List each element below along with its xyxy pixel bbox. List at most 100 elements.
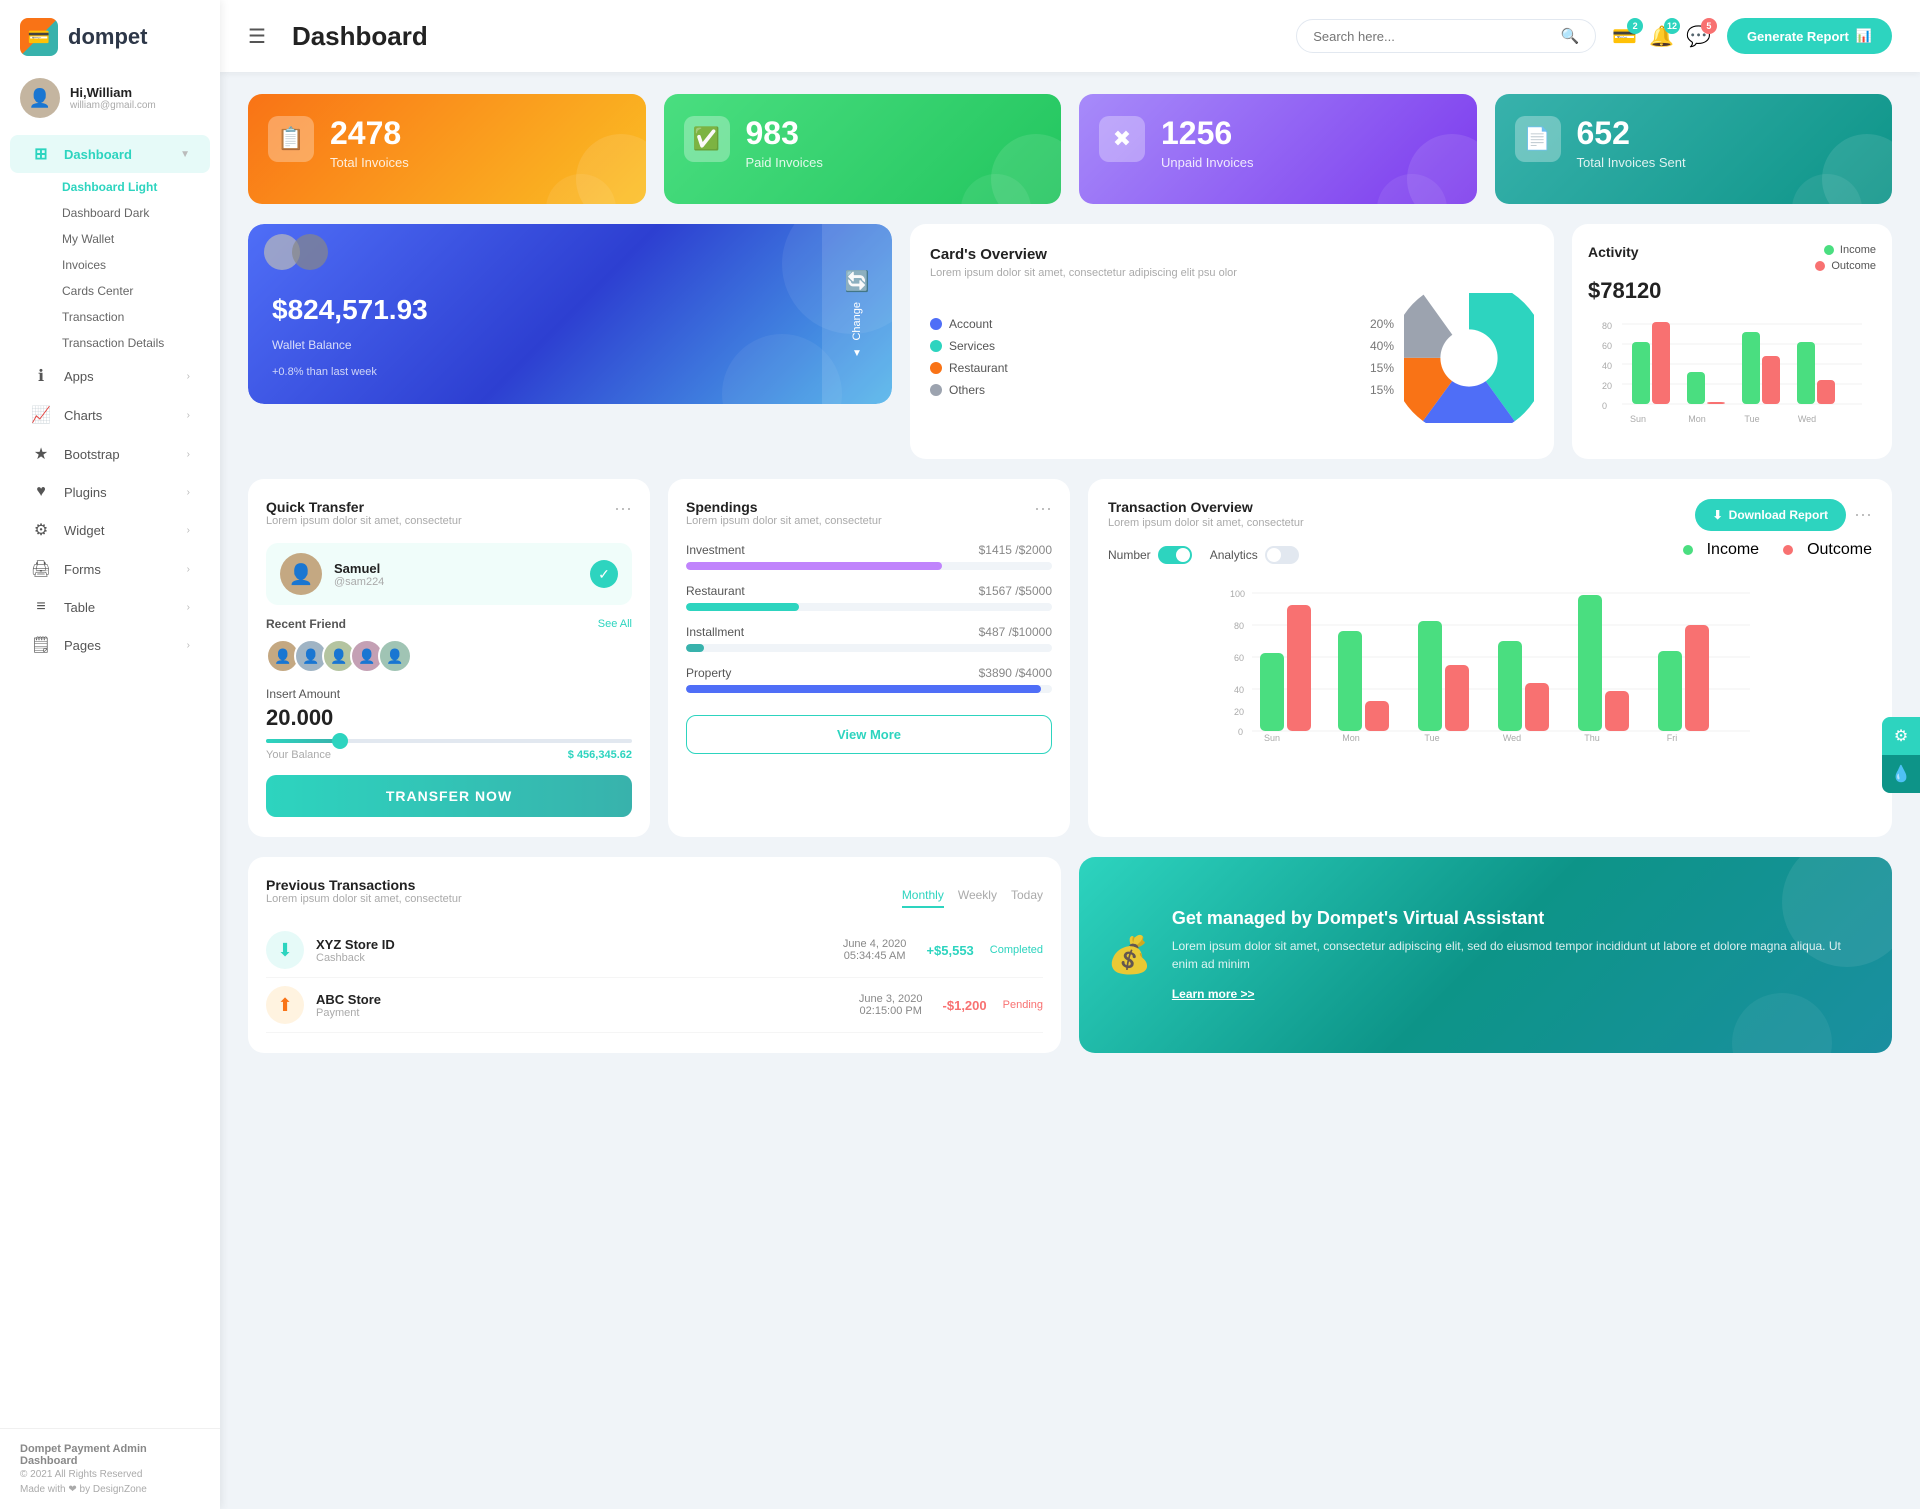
quick-transfer-title: Quick Transfer [266, 499, 462, 515]
unpaid-invoices-info: 1256 Unpaid Invoices [1161, 116, 1254, 170]
tab-today[interactable]: Today [1011, 888, 1043, 908]
generate-report-button[interactable]: Generate Report 📊 [1727, 18, 1892, 54]
user-email: william@gmail.com [70, 100, 156, 111]
submenu-item-transaction[interactable]: Transaction [52, 304, 220, 330]
transaction-overview-title: Transaction Overview [1108, 499, 1304, 515]
chevron-right-icon: › [187, 525, 190, 536]
table-label: Table [64, 600, 95, 615]
sidebar-item-table[interactable]: ≡ Table › [10, 589, 210, 625]
quick-transfer-card: Quick Transfer Lorem ipsum dolor sit ame… [248, 479, 650, 837]
sidebar-item-apps[interactable]: ℹ Apps › [10, 357, 210, 395]
transaction-overview-chart: 100 80 60 40 20 0 [1108, 583, 1872, 743]
transaction-info-2: ABC Store Payment [316, 992, 847, 1019]
spendings-header: Spendings Lorem ipsum dolor sit amet, co… [686, 499, 1052, 539]
overview-chart-wrap: Account 20% Services 40% Restaurant 15% [930, 293, 1534, 428]
total-invoices-icon: 📋 [268, 116, 314, 162]
submenu-item-transaction-details[interactable]: Transaction Details [52, 330, 220, 356]
quick-transfer-menu-icon[interactable]: ⋯ [614, 499, 632, 520]
avatars-row: 👤 👤 👤 👤 👤 [266, 639, 632, 673]
investment-bar-bg [686, 562, 1052, 570]
sidebar-item-dashboard[interactable]: ⊞ Dashboard ▼ [10, 135, 210, 173]
theme-float-button[interactable]: 💧 [1882, 755, 1920, 793]
header-icons: 💳 2 🔔 12 💬 5 [1612, 24, 1711, 49]
spending-item-restaurant: Restaurant $1567 /$5000 [686, 584, 1052, 611]
submenu-item-invoices[interactable]: Invoices [52, 252, 220, 278]
installment-amount: $487 /$10000 [979, 625, 1052, 639]
download-report-button[interactable]: ⬇ Download Report [1695, 499, 1846, 531]
sidebar-item-bootstrap[interactable]: ★ Bootstrap › [10, 435, 210, 473]
pages-icon: 🗒 [30, 635, 52, 655]
sidebar-item-forms[interactable]: 🖨 Forms › [10, 550, 210, 588]
transactions-list: ⬇ XYZ Store ID Cashback June 4, 2020 05:… [266, 923, 1043, 1033]
submenu-item-dashboard-dark[interactable]: Dashboard Dark [52, 200, 220, 226]
bell-notification[interactable]: 🔔 12 [1649, 24, 1674, 49]
settings-float-button[interactable]: ⚙ [1882, 717, 1920, 755]
menu-toggle-icon[interactable]: ☰ [248, 24, 266, 49]
slider-thumb[interactable] [332, 733, 348, 749]
spending-item-property: Property $3890 /$4000 [686, 666, 1052, 693]
analytics-toggle-switch[interactable] [1265, 546, 1299, 564]
wallet-notification[interactable]: 💳 2 [1612, 24, 1637, 49]
contact-info: Samuel @sam224 [334, 561, 384, 588]
svg-text:Mon: Mon [1688, 414, 1706, 424]
activity-card: Activity Income Outcome $78120 [1572, 224, 1892, 459]
submenu-item-my-wallet[interactable]: My Wallet [52, 226, 220, 252]
sidebar-item-widget[interactable]: ⚙ Widget › [10, 511, 210, 549]
transaction-icon-2: ⬆ [266, 986, 304, 1024]
sidebar-footer: Dompet Payment Admin Dashboard © 2021 Al… [0, 1428, 220, 1509]
change-label: Change [851, 302, 863, 341]
banner-desc: Lorem ipsum dolor sit amet, consectetur … [1172, 937, 1864, 973]
transfer-now-button[interactable]: TRANSFER NOW [266, 775, 632, 817]
previous-transactions-title: Previous Transactions [266, 877, 462, 893]
trans-date-text: June 4, 2020 [843, 938, 907, 950]
investment-label: Investment [686, 543, 745, 557]
submenu-item-cards-center[interactable]: Cards Center [52, 278, 220, 304]
logo: 💳 dompet [0, 0, 220, 66]
toggle-knob-analytics [1267, 548, 1281, 562]
search-box: 🔍 [1296, 19, 1596, 53]
transaction-menu-icon[interactable]: ⋯ [1854, 505, 1872, 526]
see-all-link[interactable]: See All [598, 618, 632, 630]
dashboard-icon: ⊞ [30, 144, 52, 164]
stat-card-total-invoices: 📋 2478 Total Invoices [248, 94, 646, 204]
widget-label: Widget [64, 523, 104, 538]
sidebar-item-plugins[interactable]: ♥ Plugins › [10, 474, 210, 510]
prev-trans-title-wrap: Previous Transactions Lorem ipsum dolor … [266, 877, 462, 919]
others-dot [930, 384, 942, 396]
slider-fill [266, 739, 339, 743]
tab-weekly[interactable]: Weekly [958, 888, 997, 908]
unpaid-invoices-number: 1256 [1161, 116, 1254, 151]
toggle-row: Number Analytics Income Outcome [1108, 541, 1872, 569]
dashboard-submenu: Dashboard Light Dashboard Dark My Wallet… [0, 174, 220, 356]
table-row: ⬆ ABC Store Payment June 3, 2020 02:15:0… [266, 978, 1043, 1033]
number-toggle-switch[interactable] [1158, 546, 1192, 564]
right-float-buttons: ⚙ 💧 [1882, 717, 1920, 793]
sidebar-item-charts[interactable]: 📈 Charts › [10, 396, 210, 434]
footer-made-with: Made with ❤ by DesignZone [20, 1484, 200, 1495]
amount-display: 20.000 [266, 705, 632, 731]
submenu-item-dashboard-light[interactable]: Dashboard Light [52, 174, 220, 200]
tab-monthly[interactable]: Monthly [902, 888, 944, 908]
amount-slider-track[interactable] [266, 739, 632, 743]
activity-bar-chart: 80 60 40 20 0 [1588, 314, 1876, 434]
prev-trans-banner-row: Previous Transactions Lorem ipsum dolor … [248, 857, 1892, 1053]
wallet-card-circles [264, 234, 328, 270]
previous-transactions-tabs: Monthly Weekly Today [902, 888, 1043, 908]
chat-badge: 5 [1701, 18, 1717, 34]
banner-learn-more-link[interactable]: Learn more >> [1172, 987, 1255, 1001]
sidebar-item-pages[interactable]: 🗒 Pages › [10, 626, 210, 664]
total-invoices-number: 2478 [330, 116, 409, 151]
transaction-date: June 4, 2020 05:34:45 AM [843, 938, 907, 962]
change-button[interactable]: 🔄 Change ▼ [822, 224, 892, 404]
view-more-button[interactable]: View More [686, 715, 1052, 754]
download-label: Download Report [1729, 508, 1828, 522]
paid-invoices-number: 983 [746, 116, 823, 151]
spendings-card: Spendings Lorem ipsum dolor sit amet, co… [668, 479, 1070, 837]
chat-notification[interactable]: 💬 5 [1686, 24, 1711, 49]
search-input[interactable] [1313, 29, 1552, 44]
to-outcome-label: Outcome [1807, 541, 1872, 559]
spendings-menu-icon[interactable]: ⋯ [1034, 499, 1052, 520]
card-overview: Card's Overview Lorem ipsum dolor sit am… [910, 224, 1554, 459]
restaurant-dot [930, 362, 942, 374]
svg-text:80: 80 [1234, 621, 1244, 631]
